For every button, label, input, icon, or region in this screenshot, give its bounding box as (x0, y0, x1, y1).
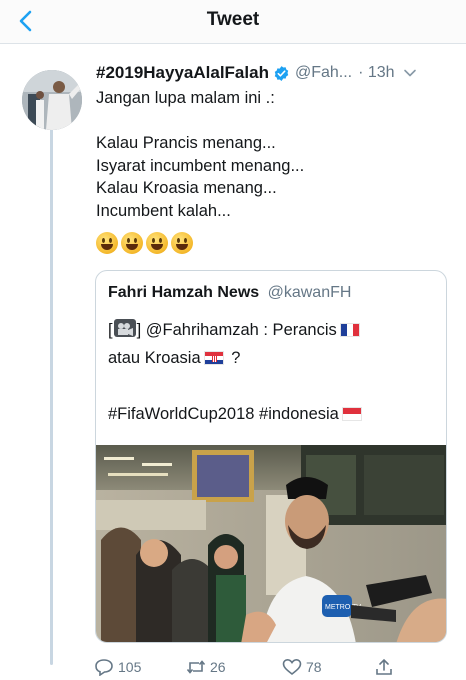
quoted-tweet-header: Fahri Hamzah News @kawanFH (108, 284, 351, 302)
like-button[interactable]: 78 (282, 658, 322, 676)
avatar[interactable] (22, 70, 82, 130)
quoted-hashtags: #FifaWorldCup2018 #indonesia (108, 405, 339, 423)
tweet-line (96, 110, 456, 133)
tweet-line: Isyarat incumbent menang... (96, 156, 305, 175)
tweet-header: #2019HayyaAlalFalah @Fah... · 13h (96, 60, 458, 86)
quoted-line: #FifaWorldCup2018 #indonesia (108, 400, 438, 428)
reply-button[interactable]: 105 (94, 658, 141, 676)
like-count: 78 (306, 659, 322, 675)
tweet-line: Incumbent kalah... (96, 201, 231, 220)
tweet-line: Kalau Kroasia menang... (96, 179, 277, 198)
quoted-user-handle: @kawanFH (267, 284, 352, 301)
press-interview-photo: METRO TV (96, 445, 446, 642)
user-handle[interactable]: @Fah... (295, 64, 352, 82)
quoted-line-suffix: ? (226, 349, 241, 367)
quoted-line-text: atau Kroasia (108, 349, 201, 367)
quoted-line-mention: ] @Fahrihamzah : Perancis (136, 321, 337, 339)
tweet-actions: 105 26 78 (94, 654, 466, 680)
timestamp[interactable]: · 13h (358, 64, 394, 82)
retweet-icon (186, 660, 206, 674)
chevron-down-icon[interactable] (403, 66, 417, 80)
heart-icon (282, 658, 302, 676)
quoted-line-prefix: [ (108, 321, 113, 339)
movie-camera-icon (113, 319, 136, 337)
share-icon (376, 658, 392, 675)
top-bar: Tweet (0, 0, 466, 44)
grinning-face-icon (146, 232, 168, 254)
france-flag-icon (339, 323, 360, 337)
tweet-line: Jangan lupa malam ini .: (96, 89, 275, 107)
quoted-line: atau Kroasia ? (108, 344, 438, 372)
page-title: Tweet (206, 9, 260, 30)
reply-count: 105 (118, 659, 142, 675)
share-button[interactable] (374, 658, 398, 676)
tweet-line: Kalau Prancis menang... (96, 134, 276, 153)
retweet-count: 26 (210, 659, 226, 675)
indonesia-flag-icon (341, 407, 362, 421)
quoted-display-name: Fahri Hamzah News (108, 284, 260, 301)
quoted-tweet[interactable]: Fahri Hamzah News @kawanFH [ ] @Fahrihamz… (95, 270, 447, 643)
grinning-face-icon (171, 232, 193, 254)
quoted-tweet-photo[interactable]: METRO TV (96, 445, 446, 642)
quoted-line: [ ] @Fahrihamzah : Perancis (108, 316, 438, 344)
tweet-text: Jangan lupa malam ini .: Kalau Prancis m… (96, 87, 456, 223)
emoji-row (96, 232, 193, 254)
grinning-face-icon (96, 232, 118, 254)
avatar-photo (22, 70, 82, 130)
grinning-face-icon (121, 232, 143, 254)
retweet-button[interactable]: 26 (186, 658, 226, 676)
quoted-tweet-text: [ ] @Fahrihamzah : Perancis atau Kroasia … (108, 316, 438, 428)
quoted-line-empty (108, 372, 438, 400)
display-name[interactable]: #2019HayyaAlalFalah (96, 63, 269, 83)
thread-line (50, 125, 53, 665)
reply-icon (95, 659, 113, 676)
verified-badge-icon (274, 65, 289, 81)
croatia-flag-icon (203, 351, 224, 365)
